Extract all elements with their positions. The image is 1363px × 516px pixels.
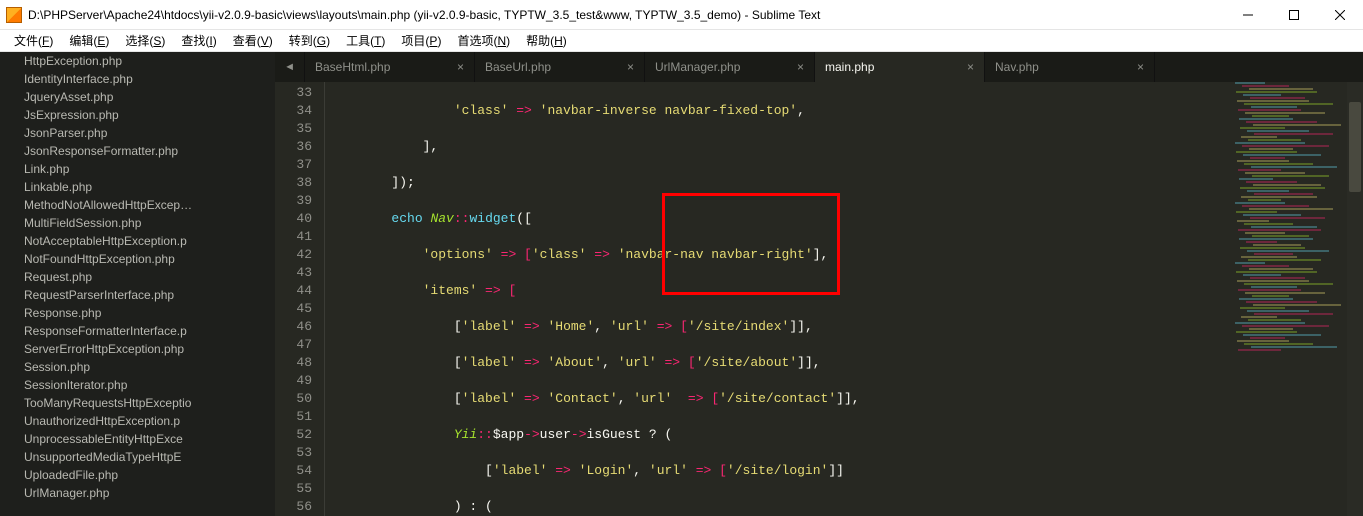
sidebar-file-item[interactable]: UnauthorizedHttpException.p	[0, 412, 275, 430]
menu-goto[interactable]: 转到(G)	[281, 30, 338, 52]
sidebar-file-item[interactable]: IdentityInterface.php	[0, 70, 275, 88]
editor-column: ◄ BaseHtml.php × BaseUrl.php × UrlManage…	[275, 52, 1363, 516]
tab-label: UrlManager.php	[655, 60, 740, 74]
sidebar-file-item[interactable]: UploadedFile.php	[0, 466, 275, 484]
line-number: 36	[275, 138, 312, 156]
sidebar-file-item[interactable]: HttpException.php	[0, 52, 275, 70]
sidebar-file-item[interactable]: UnprocessableEntityHttpExce	[0, 430, 275, 448]
tab-urlmanager[interactable]: UrlManager.php ×	[645, 52, 815, 82]
window-title: D:\PHPServer\Apache24\htdocs\yii-v2.0.9-…	[28, 8, 1225, 22]
tab-main-active[interactable]: main.php ×	[815, 52, 985, 82]
sidebar-file-item[interactable]: RequestParserInterface.php	[0, 286, 275, 304]
vertical-scrollbar[interactable]	[1347, 82, 1363, 516]
highlight-annotation	[662, 193, 840, 295]
workspace: HttpException.phpIdentityInterface.phpJq…	[0, 52, 1363, 516]
line-gutter: 3334353637383940414243444546474849505152…	[275, 82, 325, 516]
sidebar-file-item[interactable]: JsonResponseFormatter.php	[0, 142, 275, 160]
line-number: 33	[275, 84, 312, 102]
line-number: 47	[275, 336, 312, 354]
menu-tools[interactable]: 工具(T)	[338, 30, 393, 52]
line-number: 48	[275, 354, 312, 372]
menu-edit[interactable]: 编辑(E)	[61, 30, 117, 52]
line-number: 44	[275, 282, 312, 300]
tabs-overflow-left[interactable]: ◄	[275, 52, 305, 82]
sidebar-file-item[interactable]: UrlManager.php	[0, 484, 275, 502]
sidebar-file-item[interactable]: JsExpression.php	[0, 106, 275, 124]
tab-close-icon[interactable]: ×	[797, 60, 804, 74]
close-button[interactable]	[1317, 0, 1363, 29]
sidebar-file-item[interactable]: MultiFieldSession.php	[0, 214, 275, 232]
maximize-button[interactable]	[1271, 0, 1317, 29]
line-number: 49	[275, 372, 312, 390]
sidebar-file-item[interactable]: ServerErrorHttpException.php	[0, 340, 275, 358]
line-number: 54	[275, 462, 312, 480]
sidebar-file-item[interactable]: JsonParser.php	[0, 124, 275, 142]
sidebar-file-item[interactable]: Session.php	[0, 358, 275, 376]
sidebar-file-item[interactable]: NotAcceptableHttpException.p	[0, 232, 275, 250]
line-number: 39	[275, 192, 312, 210]
tab-label: main.php	[825, 60, 874, 74]
maximize-icon	[1289, 10, 1299, 20]
line-number: 41	[275, 228, 312, 246]
sidebar-file-item[interactable]: UnsupportedMediaTypeHttpE	[0, 448, 275, 466]
line-number: 52	[275, 426, 312, 444]
scrollbar-thumb[interactable]	[1349, 102, 1361, 192]
line-number: 42	[275, 246, 312, 264]
menu-prefs[interactable]: 首选项(N)	[449, 30, 518, 52]
line-number: 37	[275, 156, 312, 174]
sidebar-open-files[interactable]: HttpException.phpIdentityInterface.phpJq…	[0, 52, 275, 516]
code-content[interactable]: 'class' => 'navbar-inverse navbar-fixed-…	[325, 82, 1363, 516]
line-number: 55	[275, 480, 312, 498]
menu-project[interactable]: 项目(P)	[393, 30, 449, 52]
close-icon	[1335, 10, 1345, 20]
line-number: 56	[275, 498, 312, 516]
sidebar-file-item[interactable]: SessionIterator.php	[0, 376, 275, 394]
tab-label: Nav.php	[995, 60, 1039, 74]
menu-view[interactable]: 查看(V)	[225, 30, 281, 52]
tab-basehtml[interactable]: BaseHtml.php ×	[305, 52, 475, 82]
sidebar-file-item[interactable]: ResponseFormatterInterface.p	[0, 322, 275, 340]
code-area[interactable]: 3334353637383940414243444546474849505152…	[275, 82, 1363, 516]
menu-find[interactable]: 查找(I)	[173, 30, 224, 52]
line-number: 53	[275, 444, 312, 462]
sidebar-file-item[interactable]: Linkable.php	[0, 178, 275, 196]
menu-select[interactable]: 选择(S)	[117, 30, 173, 52]
minimize-icon	[1243, 10, 1253, 20]
window-controls	[1225, 0, 1363, 29]
chevron-left-icon: ◄	[284, 61, 295, 73]
line-number: 35	[275, 120, 312, 138]
line-number: 34	[275, 102, 312, 120]
line-number: 51	[275, 408, 312, 426]
line-number: 38	[275, 174, 312, 192]
line-number: 50	[275, 390, 312, 408]
tab-close-icon[interactable]: ×	[457, 60, 464, 74]
sidebar-file-item[interactable]: JqueryAsset.php	[0, 88, 275, 106]
tabs-row: ◄ BaseHtml.php × BaseUrl.php × UrlManage…	[275, 52, 1363, 82]
minimize-button[interactable]	[1225, 0, 1271, 29]
tab-label: BaseHtml.php	[315, 60, 390, 74]
line-number: 40	[275, 210, 312, 228]
tab-close-icon[interactable]: ×	[627, 60, 634, 74]
menubar: 文件(F) 编辑(E) 选择(S) 查找(I) 查看(V) 转到(G) 工具(T…	[0, 30, 1363, 52]
tab-close-icon[interactable]: ×	[967, 60, 974, 74]
line-number: 43	[275, 264, 312, 282]
tab-label: BaseUrl.php	[485, 60, 551, 74]
sidebar-file-item[interactable]: NotFoundHttpException.php	[0, 250, 275, 268]
app-icon	[6, 7, 22, 23]
sidebar-file-item[interactable]: TooManyRequestsHttpExceptio	[0, 394, 275, 412]
titlebar: D:\PHPServer\Apache24\htdocs\yii-v2.0.9-…	[0, 0, 1363, 30]
tab-close-icon[interactable]: ×	[1137, 60, 1144, 74]
line-number: 46	[275, 318, 312, 336]
tab-baseurl[interactable]: BaseUrl.php ×	[475, 52, 645, 82]
sidebar-file-item[interactable]: Request.php	[0, 268, 275, 286]
menu-help[interactable]: 帮助(H)	[518, 30, 575, 52]
line-number: 45	[275, 300, 312, 318]
tab-nav[interactable]: Nav.php ×	[985, 52, 1155, 82]
sidebar-file-item[interactable]: Response.php	[0, 304, 275, 322]
sidebar-file-item[interactable]: MethodNotAllowedHttpExcep…	[0, 196, 275, 214]
sidebar-file-item[interactable]: Link.php	[0, 160, 275, 178]
menu-file[interactable]: 文件(F)	[6, 30, 61, 52]
minimap[interactable]	[1235, 82, 1345, 516]
